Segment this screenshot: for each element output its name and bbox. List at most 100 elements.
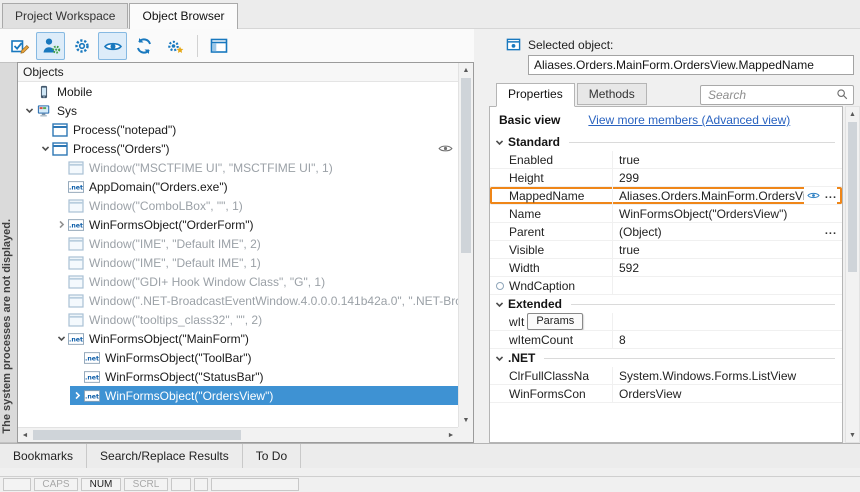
search-box[interactable] xyxy=(700,85,854,105)
property-groups: StandardEnabledtrueHeight299MappedNameAl… xyxy=(490,133,842,403)
collapse-icon[interactable] xyxy=(495,300,508,309)
tree-item-window-combolbox-1[interactable]: Window("ComboLBox", "", 1) xyxy=(18,196,458,215)
group-name: .NET xyxy=(508,351,535,365)
inspector-vscroll-thumb[interactable] xyxy=(848,122,857,272)
status-bar: CAPSNUMSCRL xyxy=(0,476,860,492)
tree-item-mobile[interactable]: Mobile xyxy=(18,82,458,101)
search-input[interactable] xyxy=(706,87,836,103)
tab-project-workspace[interactable]: Project Workspace xyxy=(2,3,128,28)
object-spy-icon[interactable] xyxy=(36,32,65,60)
group-header-standard[interactable]: Standard xyxy=(490,133,842,151)
tree-item-winformsobject-ordersview[interactable]: .netWinFormsObject("OrdersView") xyxy=(18,386,458,405)
highlight-eye-icon[interactable] xyxy=(807,191,820,200)
collapse-icon[interactable] xyxy=(495,138,508,147)
property-row-wit[interactable]: wItParams xyxy=(490,313,842,331)
panel-layout-icon[interactable] xyxy=(204,32,233,60)
tree-item-process-orders[interactable]: Process("Orders") xyxy=(18,139,458,158)
tree-horizontal-scrollbar[interactable]: ◄ ► xyxy=(18,427,458,442)
process-icon xyxy=(52,141,69,156)
tree-item-winformsobject-statusbar[interactable]: .netWinFormsObject("StatusBar") xyxy=(18,367,458,386)
property-row-clrfullclassna[interactable]: ClrFullClassNaSystem.Windows.Forms.ListV… xyxy=(490,367,842,385)
property-row-mappedname[interactable]: MappedNameAliases.Orders.MainForm.Orders… xyxy=(490,187,842,205)
expand-icon[interactable] xyxy=(70,391,84,400)
scroll-right-icon[interactable]: ► xyxy=(444,428,458,442)
params-button[interactable]: Params xyxy=(527,313,583,330)
scroll-up-icon[interactable]: ▲ xyxy=(846,107,859,121)
tree-item-winformsobject-orderform[interactable]: .netWinFormsObject("OrderForm") xyxy=(18,215,458,234)
window-icon xyxy=(68,274,85,289)
tree-item-window-ime-default-ime-1[interactable]: Window("IME", "Default IME", 1) xyxy=(18,253,458,272)
group-header-net[interactable]: .NET xyxy=(490,349,842,367)
tree-item-window-msctfime-ui-msctfime-ui-1[interactable]: Window("MSCTFIME UI", "MSCTFIME UI", 1) xyxy=(18,158,458,177)
collapse-icon[interactable] xyxy=(38,144,52,153)
property-row-enabled[interactable]: Enabledtrue xyxy=(490,151,842,169)
status-num: NUM xyxy=(81,478,121,491)
ellipsis-button[interactable]: ... xyxy=(825,190,837,201)
property-row-parent[interactable]: Parent(Object)... xyxy=(490,223,842,241)
tab-properties[interactable]: Properties xyxy=(496,83,575,107)
scroll-down-icon[interactable]: ▼ xyxy=(846,428,859,442)
scroll-up-icon[interactable]: ▲ xyxy=(459,63,473,77)
property-row-visible[interactable]: Visibletrue xyxy=(490,241,842,259)
tree-item-winformsobject-toolbar[interactable]: .netWinFormsObject("ToolBar") xyxy=(18,348,458,367)
indent xyxy=(18,215,54,234)
settings-icon[interactable] xyxy=(67,32,96,60)
property-row-wndcaption[interactable]: WndCaption xyxy=(490,277,842,295)
tree-vscroll-thumb[interactable] xyxy=(461,78,471,253)
highlight-object-icon[interactable] xyxy=(5,32,34,60)
property-row-width[interactable]: Width592 xyxy=(490,259,842,277)
tree-item-appdomain-orders-exe[interactable]: .netAppDomain("Orders.exe") xyxy=(18,177,458,196)
window-icon xyxy=(68,293,85,308)
property-name: wItemCount xyxy=(490,331,612,348)
tree-vertical-scrollbar[interactable]: ▲ ▼ xyxy=(458,63,473,427)
refresh-icon[interactable] xyxy=(129,32,158,60)
sys-icon xyxy=(36,103,53,118)
tree-item-sys[interactable]: Sys xyxy=(18,101,458,120)
property-row-name[interactable]: NameWinFormsObject("OrdersView") xyxy=(490,205,842,223)
toolbar xyxy=(0,29,474,62)
group-divider xyxy=(544,358,835,359)
scroll-left-icon[interactable]: ◄ xyxy=(18,428,32,442)
tree-item-window-net-broadcasteventwindow-4-0-0-0-141b42a-0-net-broadcas[interactable]: Window(".NET-BroadcastEventWindow.4.0.0.… xyxy=(18,291,458,310)
advanced-view-link[interactable]: View more members (Advanced view) xyxy=(588,113,790,127)
svg-text:.net: .net xyxy=(69,184,83,191)
inspector-vertical-scrollbar[interactable]: ▲ ▼ xyxy=(845,106,860,443)
property-row-witemcount[interactable]: wItemCount8 xyxy=(490,331,842,349)
net-icon: .net xyxy=(84,369,101,384)
ellipsis-button[interactable]: ... xyxy=(825,226,837,237)
tree-item-winformsobject-mainform[interactable]: .netWinFormsObject("MainForm") xyxy=(18,329,458,348)
property-row-winformscon[interactable]: WinFormsConOrdersView xyxy=(490,385,842,403)
tree-item-process-notepad[interactable]: Process("notepad") xyxy=(18,120,458,139)
scroll-down-icon[interactable]: ▼ xyxy=(459,413,473,427)
tree-item-label: Window(".NET-BroadcastEventWindow.4.0.0.… xyxy=(89,294,458,308)
tree-item-window-gdi-hook-window-class-g-1[interactable]: Window("GDI+ Hook Window Class", "G", 1) xyxy=(18,272,458,291)
tree-item-window-tooltips-class32-2[interactable]: Window("tooltips_class32", "", 2) xyxy=(18,310,458,329)
run-settings-icon[interactable] xyxy=(160,32,189,60)
svg-text:.net: .net xyxy=(69,222,83,229)
collapse-icon[interactable] xyxy=(495,354,508,363)
property-row-height[interactable]: Height299 xyxy=(490,169,842,187)
property-value: System.Windows.Forms.ListView xyxy=(612,367,842,384)
tab-bookmarks[interactable]: Bookmarks xyxy=(0,444,87,468)
net-icon: .net xyxy=(84,350,101,365)
collapse-icon[interactable] xyxy=(22,106,36,115)
row-actions: ... xyxy=(804,187,837,204)
tree-item-content: .netAppDomain("Orders.exe") xyxy=(54,177,458,196)
tab-search-replace-results[interactable]: Search/Replace Results xyxy=(87,444,243,468)
net-icon: .net xyxy=(84,388,101,403)
selected-object-input[interactable] xyxy=(528,55,854,75)
tab-object-browser[interactable]: Object Browser xyxy=(129,3,237,29)
group-header-extended[interactable]: Extended xyxy=(490,295,842,313)
indent xyxy=(18,234,54,253)
tree-item-content: .netWinFormsObject("OrderForm") xyxy=(54,215,458,234)
tree-hscroll-thumb[interactable] xyxy=(33,430,241,440)
show-objects-icon[interactable] xyxy=(98,32,127,60)
tree-item-window-ime-default-ime-2[interactable]: Window("IME", "Default IME", 2) xyxy=(18,234,458,253)
property-marker-icon xyxy=(496,282,504,290)
search-icon xyxy=(836,88,848,103)
collapse-icon[interactable] xyxy=(54,334,68,343)
tab-methods[interactable]: Methods xyxy=(577,83,647,105)
tree-item-content: Mobile xyxy=(22,82,458,101)
tab-to-do[interactable]: To Do xyxy=(243,444,301,468)
expand-icon[interactable] xyxy=(54,220,68,229)
